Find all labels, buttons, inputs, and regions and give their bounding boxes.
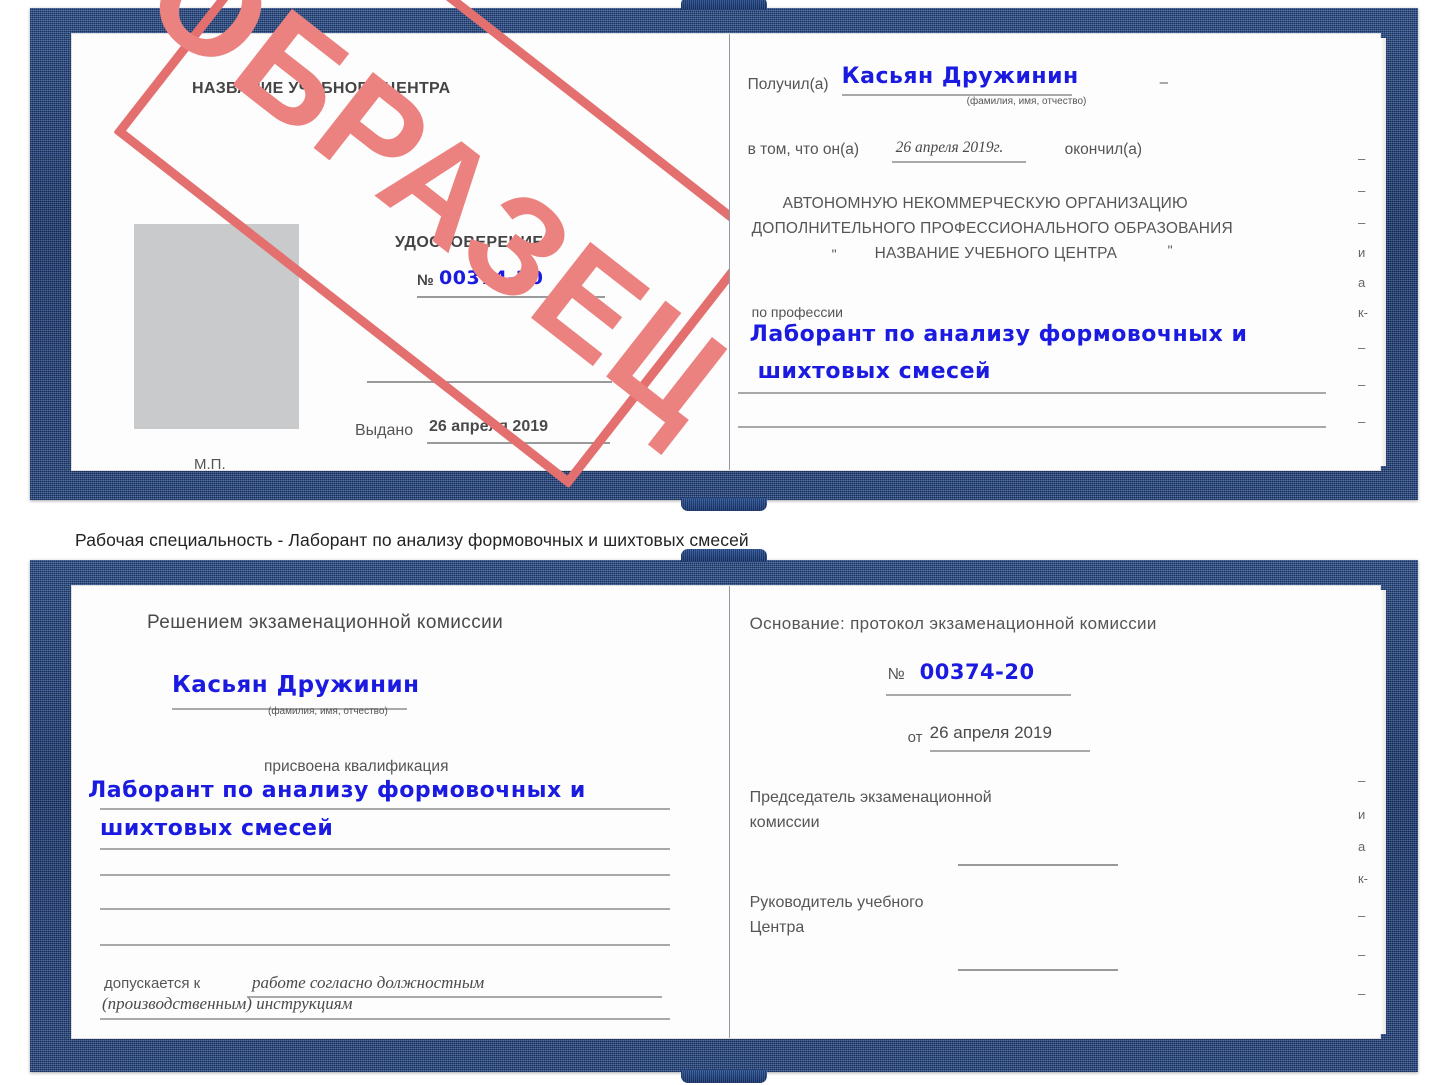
edge-glyph-5: к-	[1357, 305, 1369, 320]
edge-glyph-b-0: –	[1357, 773, 1366, 788]
basis-label: Основание: протокол экзаменационной коми…	[749, 614, 1157, 633]
protocol-number-symbol: №	[887, 666, 905, 683]
bottom-right-page: Основание: протокол экзаменационной коми…	[728, 586, 1386, 1038]
page-edge-glyph-column-bottom: – и а к- – – –	[1358, 774, 1374, 1000]
recipient-name-value: Касьян Дружинин	[841, 64, 1079, 89]
organization-name: НАЗВАНИЕ УЧЕБНОГО ЦЕНТРА	[874, 245, 1118, 262]
next-sheet-edge-bottom	[1379, 590, 1386, 1034]
profession-value-line-1: Лаборант по анализу формовочных и	[749, 322, 1248, 347]
blank-rule-1	[367, 381, 612, 383]
profession-rule-1	[737, 392, 1326, 394]
issued-date-value: 26 апреля 2019	[429, 418, 549, 435]
profession-label: по профессии	[751, 304, 843, 320]
protocol-date-label: от	[907, 729, 923, 746]
issued-label: Выдано	[355, 422, 414, 439]
photo-placeholder	[134, 224, 299, 429]
chairman-signature-rule	[957, 864, 1118, 866]
top-right-page: Получил(а) Касьян Дружинин (фамилия, имя…	[728, 34, 1386, 470]
edge-glyph-7: –	[1357, 377, 1366, 392]
issued-rule	[427, 442, 610, 444]
certificate-title: УДОСТОВЕРЕНИЕ	[395, 234, 544, 251]
cover-tab-top-upper	[681, 0, 767, 10]
profession-value-line-2: шихтовых смесей	[757, 359, 991, 384]
organization-line-2: ДОПОЛНИТЕЛЬНОГО ПРОФЕССИОНАЛЬНОГО ОБРАЗО…	[751, 220, 1233, 237]
edge-glyph-b-6: –	[1357, 986, 1366, 1001]
qualification-value-line-1: Лаборант по анализу формовочных и	[88, 778, 586, 803]
edge-glyph-4: а	[1357, 275, 1366, 290]
top-certificate-pages: НАЗВАНИЕ УЧЕБНОГО ЦЕНТРА УДОСТОВЕРЕНИЕ №…	[72, 0, 1386, 489]
number-symbol: №	[417, 272, 434, 289]
chairman-label-line-1: Председатель экзаменационной	[749, 789, 992, 806]
page-caption: Рабочая специальность - Лаборант по анал…	[75, 530, 749, 550]
received-label: Получил(а)	[747, 76, 829, 93]
qualification-rule-1	[100, 808, 670, 810]
admitted-rule-2	[100, 1018, 670, 1020]
right-dash-marker: –	[1159, 74, 1168, 91]
head-label-line-2: Центра	[749, 919, 805, 936]
edge-glyph-b-1: и	[1357, 807, 1366, 822]
admitted-label: допускается к	[104, 975, 201, 992]
next-sheet-edge-top	[1379, 38, 1386, 466]
cover-tab-top-lower	[681, 498, 767, 511]
qualification-rule-2	[100, 848, 670, 850]
organization-line-1: АВТОНОМНУЮ НЕКОММЕРЧЕСКУЮ ОРГАНИЗАЦИЮ	[782, 195, 1188, 212]
graduate-name-value: Касьян Дружинин	[172, 672, 420, 698]
edge-glyph-0: –	[1357, 151, 1366, 166]
edge-glyph-b-2: а	[1357, 839, 1366, 854]
completion-date-rule	[891, 161, 1026, 163]
bottom-certificate: Решением экзаменационной комиссии Касьян…	[30, 549, 1418, 1083]
organization-quote-close: "	[1167, 242, 1173, 258]
edge-glyph-b-3: к-	[1357, 871, 1369, 886]
head-label-line-1: Руководитель учебного	[749, 894, 924, 911]
edge-glyph-2: –	[1357, 215, 1366, 230]
protocol-number-rule	[885, 694, 1071, 696]
protocol-number-value: 00374-20	[919, 660, 1035, 684]
edge-glyph-b-4: –	[1357, 908, 1366, 923]
qualification-label: присвоена квалификация	[264, 758, 449, 775]
top-left-page: НАЗВАНИЕ УЧЕБНОГО ЦЕНТРА УДОСТОВЕРЕНИЕ №…	[72, 0, 765, 489]
qualification-value-line-2: шихтовых смесей	[100, 816, 334, 841]
cover-tab-bottom-upper	[681, 549, 767, 562]
bottom-left-page: Решением экзаменационной комиссии Касьян…	[72, 586, 729, 1038]
training-center-name-heading: НАЗВАНИЕ УЧЕБНОГО ЦЕНТРА	[192, 80, 451, 97]
head-signature-rule	[957, 969, 1118, 971]
admitted-value-line-2: (производственным) инструкциям	[102, 994, 353, 1013]
organization-quote-open: "	[831, 246, 837, 262]
number-rule	[417, 296, 605, 298]
edge-glyph-b-5: –	[1357, 947, 1366, 962]
page-edge-glyph-column-top: – – – и а к- – – –	[1358, 152, 1374, 428]
bottom-certificate-pages: Решением экзаменационной комиссии Касьян…	[72, 586, 1386, 1038]
completion-date-value: 26 апреля 2019г.	[895, 139, 1004, 156]
in-that-label: в том, что он(а)	[747, 141, 860, 158]
blank-rule-a	[100, 874, 670, 876]
recipient-name-hint: (фамилия, имя, отчество)	[966, 96, 1087, 107]
protocol-date-rule	[929, 750, 1090, 752]
edge-glyph-6: –	[1357, 340, 1366, 355]
edge-glyph-1: –	[1357, 183, 1366, 198]
commission-decision-heading: Решением экзаменационной комиссии	[147, 612, 504, 633]
top-certificate: НАЗВАНИЕ УЧЕБНОГО ЦЕНТРА УДОСТОВЕРЕНИЕ №…	[30, 0, 1418, 511]
blank-rule-c	[100, 944, 670, 946]
cover-tab-bottom-lower	[681, 1070, 767, 1083]
finished-label: окончил(а)	[1064, 141, 1143, 158]
protocol-date-value: 26 апреля 2019	[929, 723, 1052, 742]
graduate-name-hint: (фамилия, имя, отчество)	[268, 706, 388, 717]
certificate-number-value: 00374-20	[439, 267, 544, 289]
chairman-label-line-2: комиссии	[749, 814, 820, 831]
edge-glyph-3: и	[1357, 245, 1366, 260]
admitted-value-line-1: работе согласно должностным	[252, 973, 485, 992]
profession-rule-2	[737, 426, 1326, 428]
seal-label: М.П.	[194, 456, 226, 473]
blank-rule-b	[100, 908, 670, 910]
edge-glyph-8: –	[1357, 414, 1366, 429]
